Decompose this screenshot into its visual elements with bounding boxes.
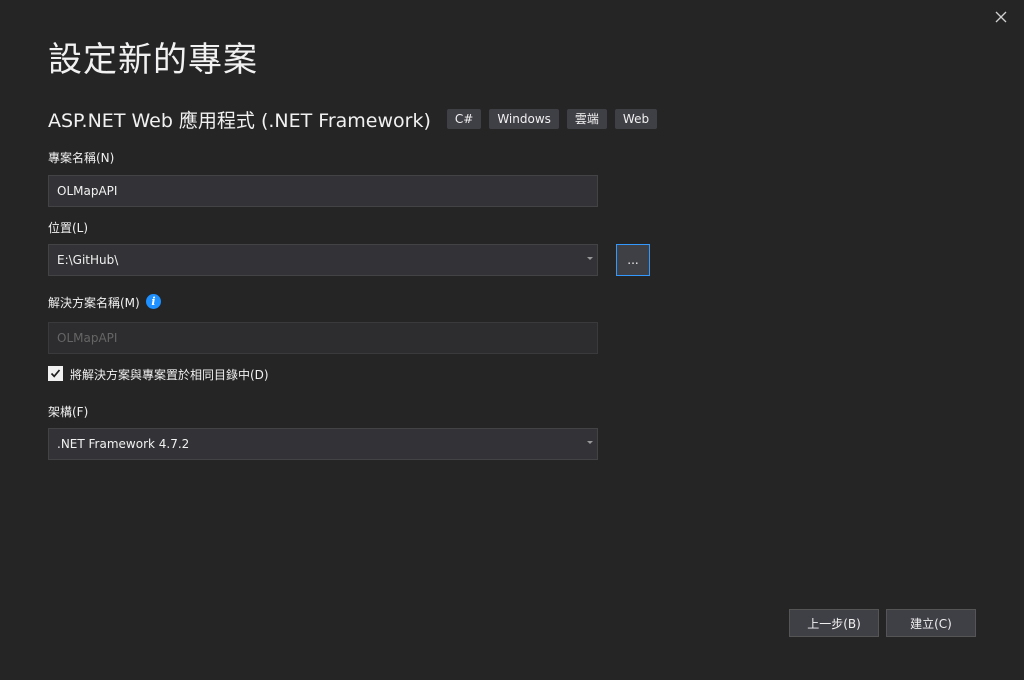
tag-web: Web (614, 109, 658, 129)
framework-label: 架構(F) (48, 405, 89, 419)
create-button-label: 建立(C) (910, 616, 952, 631)
browse-button-label: ... (627, 253, 639, 267)
project-name-input[interactable]: OLMapAPI (48, 175, 598, 207)
tag-language: C# (446, 109, 482, 129)
dropdown-arrow-icon[interactable] (587, 257, 593, 260)
same-directory-label[interactable]: 將解決方案與專案置於相同目錄中(D) (70, 367, 269, 383)
solution-name-input: OLMapAPI (48, 322, 598, 354)
tag-platform: Windows (489, 109, 559, 129)
location-combobox[interactable]: E:\GitHub\ (48, 244, 598, 276)
project-name-label: 專案名稱(N) (48, 151, 115, 165)
back-button-label: 上一步(B) (807, 616, 861, 631)
close-icon (995, 11, 1007, 23)
back-button[interactable]: 上一步(B) (789, 609, 879, 637)
template-header: ASP.NET Web 應用程式 (.NET Framework) C# Win… (48, 106, 665, 132)
solution-name-label: 解決方案名稱(M) (48, 296, 140, 310)
page-title: 設定新的專案 (48, 40, 258, 80)
location-value: E:\GitHub\ (57, 253, 119, 267)
location-label: 位置(L) (48, 221, 89, 235)
browse-button[interactable]: ... (616, 244, 650, 276)
info-icon[interactable]: i (146, 294, 161, 309)
same-directory-checkbox[interactable] (48, 366, 63, 381)
tag-cloud: 雲端 (566, 109, 607, 129)
template-name: ASP.NET Web 應用程式 (.NET Framework) (48, 109, 431, 132)
solution-name-value: OLMapAPI (57, 331, 118, 345)
framework-select[interactable]: .NET Framework 4.7.2 (48, 428, 598, 460)
checkmark-icon (50, 369, 61, 378)
project-name-value: OLMapAPI (57, 184, 118, 198)
create-button[interactable]: 建立(C) (886, 609, 976, 637)
dropdown-arrow-icon[interactable] (587, 441, 593, 444)
framework-value: .NET Framework 4.7.2 (57, 437, 190, 451)
close-button[interactable] (988, 4, 1014, 30)
